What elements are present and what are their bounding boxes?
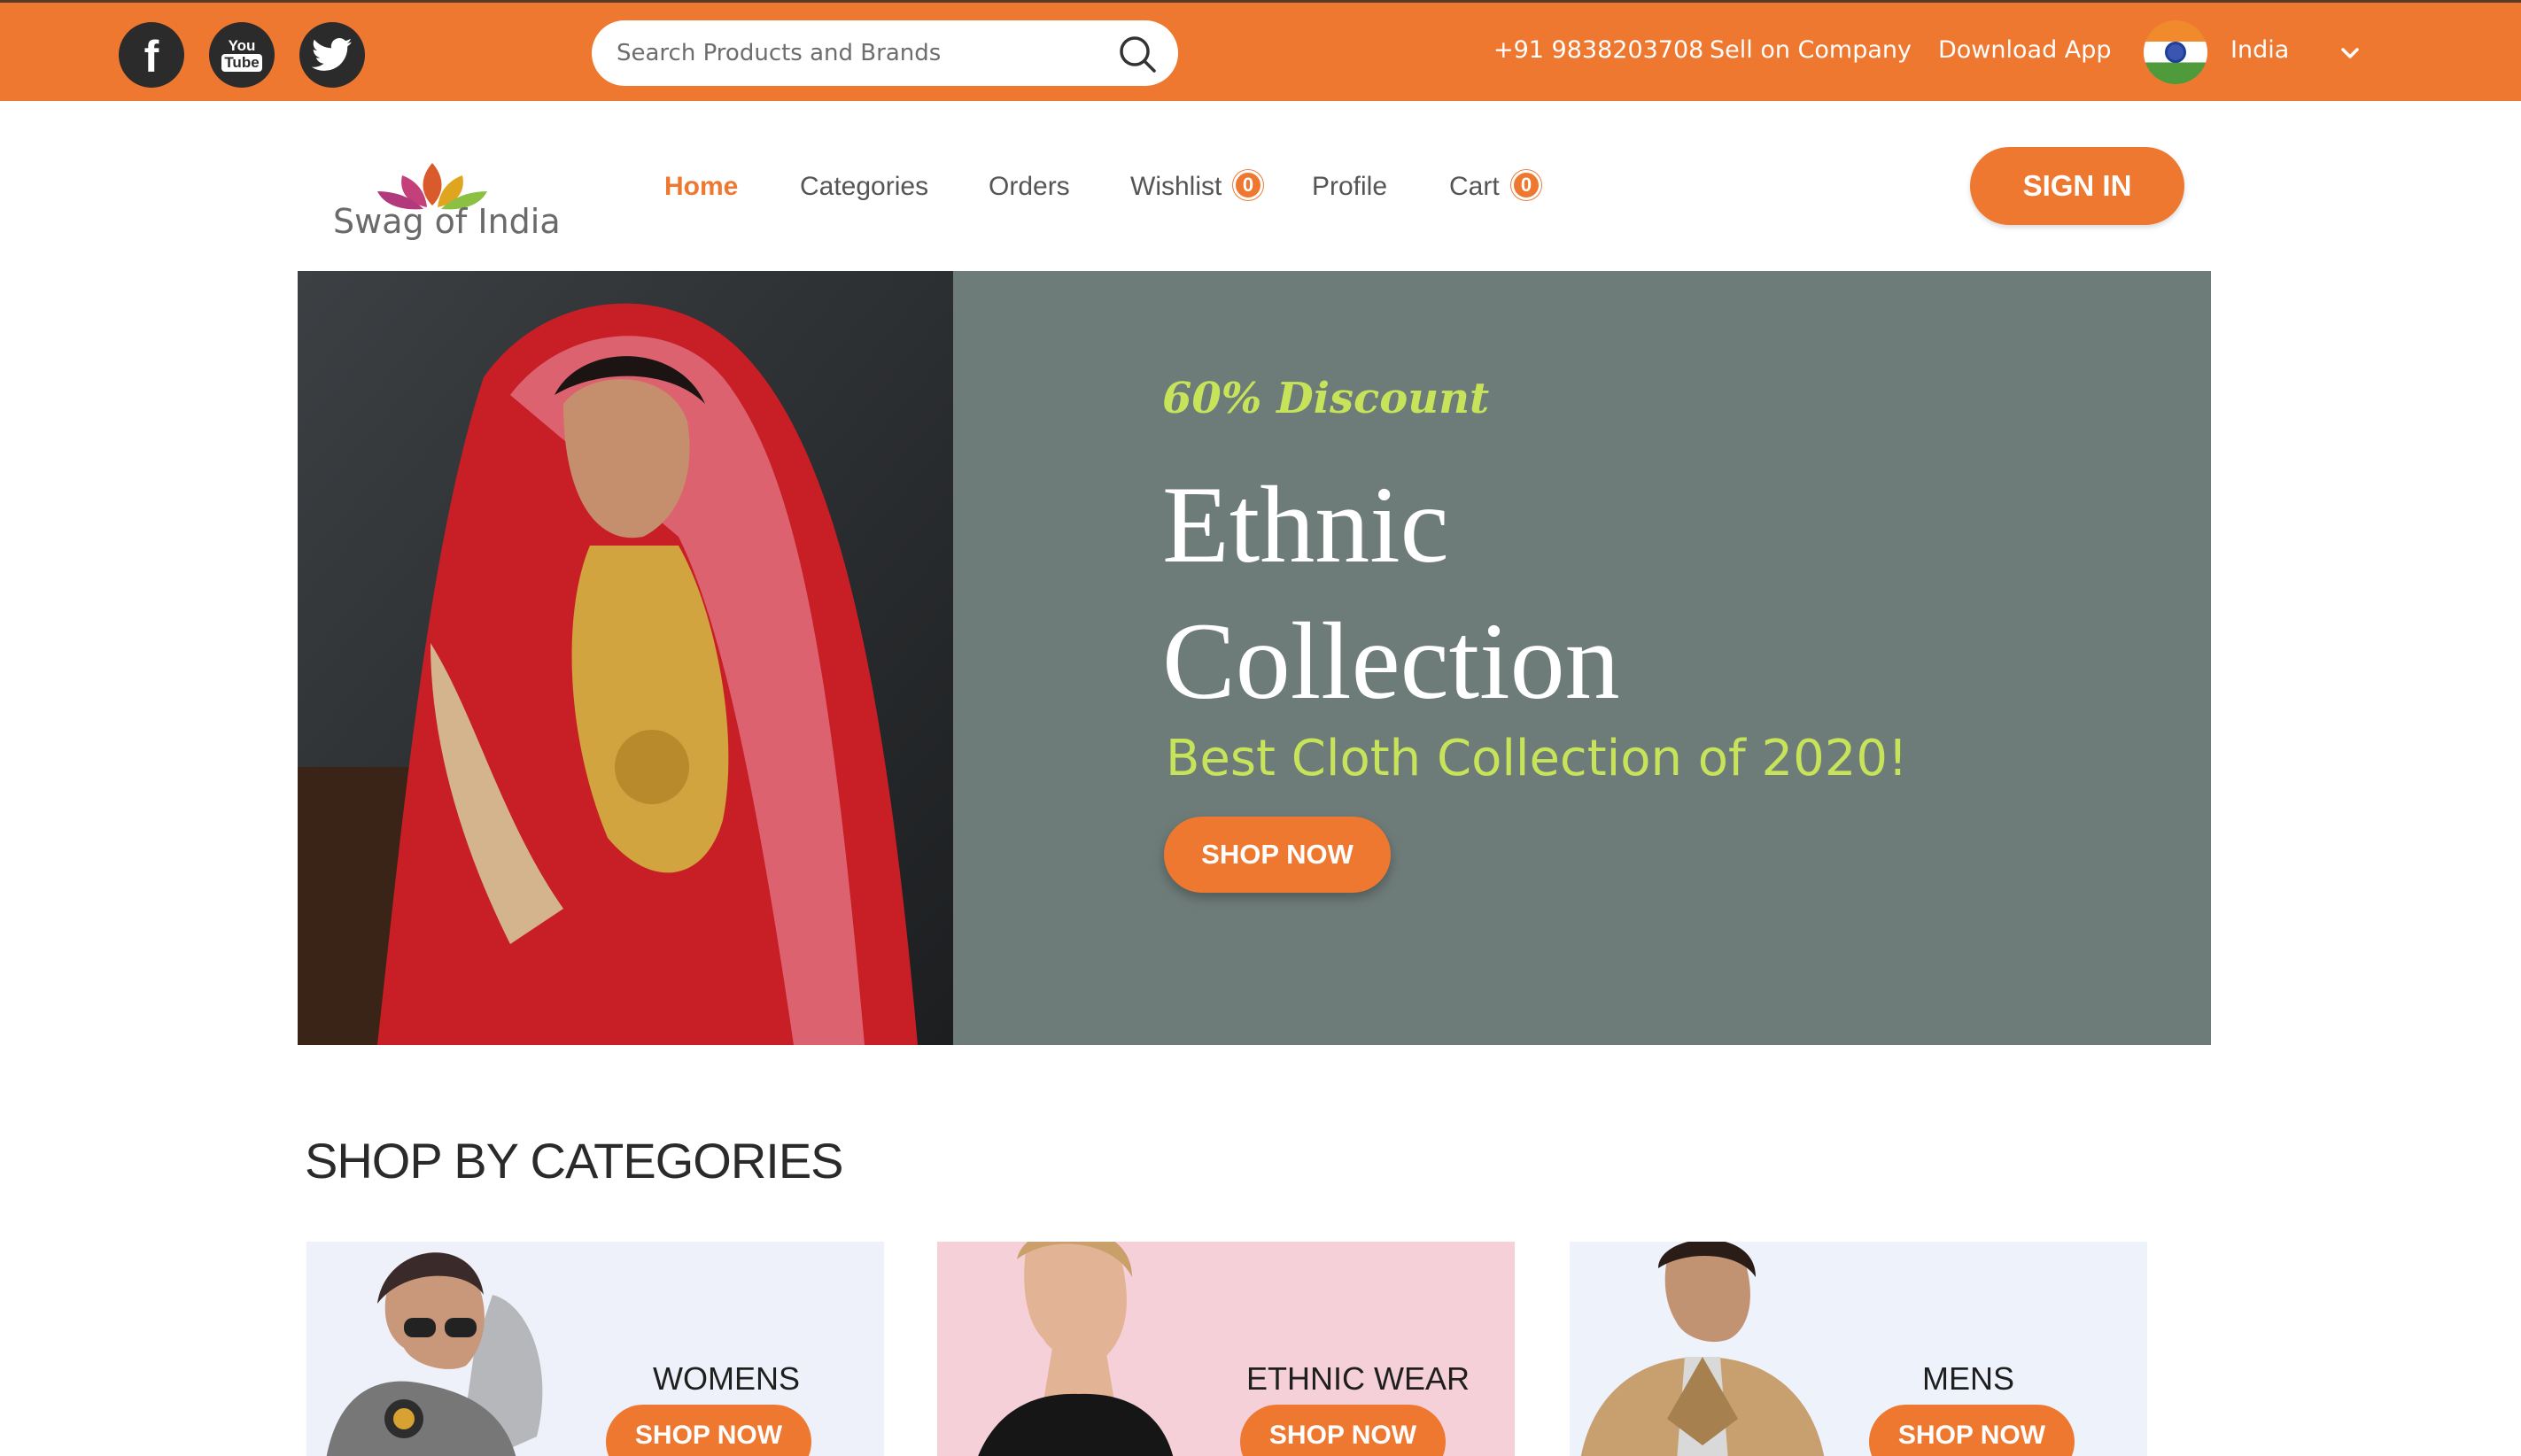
chevron-down-icon[interactable]	[2339, 42, 2362, 65]
hero-title-line1: Ethnic	[1162, 464, 1449, 585]
search-icon[interactable]	[1118, 35, 1157, 74]
hero-banner: 60% Discount Ethnic Collection Best Clot…	[298, 271, 2211, 1045]
category-name-ethnic-wear: ETHNIC WEAR	[1246, 1360, 1470, 1397]
ethnic-wear-shop-now-button[interactable]: SHOP NOW	[1240, 1405, 1446, 1456]
cart-count-badge: 0	[1511, 170, 1541, 200]
category-name-mens: MENS	[1921, 1360, 2014, 1397]
mens-model-image	[1580, 1242, 1825, 1456]
country-selector[interactable]: India	[2230, 36, 2289, 64]
india-flag-icon[interactable]	[2144, 20, 2207, 84]
mens-shop-now-button[interactable]: SHOP NOW	[1869, 1405, 2075, 1456]
nav-wishlist[interactable]: Wishlist	[1130, 172, 1222, 202]
twitter-bird-icon	[312, 38, 353, 71]
wishlist-count-badge: 0	[1233, 170, 1263, 200]
hero-discount-text: 60% Discount	[1162, 374, 1490, 423]
hero-subtitle: Best Cloth Collection of 2020!	[1166, 730, 1908, 787]
hero-bride-image	[298, 271, 953, 1045]
facebook-icon[interactable]: f	[119, 22, 184, 88]
hero-title-line2: Collection	[1162, 600, 1620, 722]
shop-by-categories-title: SHOP BY CATEGORIES	[305, 1133, 844, 1189]
youtube-icon[interactable]: You Tube	[209, 22, 275, 88]
nav-categories[interactable]: Categories	[800, 172, 928, 202]
womens-model-image	[326, 1252, 543, 1456]
flag-chakra	[2165, 42, 2186, 63]
category-card-mens[interactable]: MENS SHOP NOW	[1570, 1242, 2147, 1456]
phone-link[interactable]: +91 9838203708	[1493, 36, 1703, 64]
category-card-ethnic-wear[interactable]: ETHNIC WEAR SHOP NOW	[937, 1242, 1515, 1456]
download-app-link[interactable]: Download App	[1938, 36, 2112, 64]
search-input[interactable]	[617, 20, 1113, 86]
sign-in-button[interactable]: SIGN IN	[1970, 147, 2184, 225]
search-bar	[592, 20, 1178, 86]
nav-profile[interactable]: Profile	[1312, 172, 1387, 202]
nav-cart[interactable]: Cart	[1449, 172, 1500, 202]
facebook-glyph: f	[144, 32, 159, 81]
nav-orders[interactable]: Orders	[989, 172, 1070, 202]
youtube-glyph-bottom: Tube	[221, 54, 262, 72]
womens-shop-now-button[interactable]: SHOP NOW	[606, 1405, 811, 1456]
hero-shop-now-button[interactable]: SHOP NOW	[1164, 817, 1391, 893]
category-name-womens: WOMENS	[653, 1360, 800, 1397]
sell-on-company-link[interactable]: Sell on Company	[1710, 36, 1912, 64]
logo-text[interactable]: Swag of India	[333, 202, 561, 241]
youtube-glyph-top: You	[228, 37, 256, 54]
top-bar: f You Tube +91 9838203708 Sell on Compan…	[0, 0, 2521, 101]
hero-title: Ethnic Collection	[1162, 457, 1620, 730]
ethnic-wear-model-image	[978, 1242, 1174, 1456]
nav-home[interactable]: Home	[664, 172, 738, 202]
twitter-icon[interactable]	[299, 22, 365, 88]
category-card-womens[interactable]: WOMENS SHOP NOW	[306, 1242, 884, 1456]
